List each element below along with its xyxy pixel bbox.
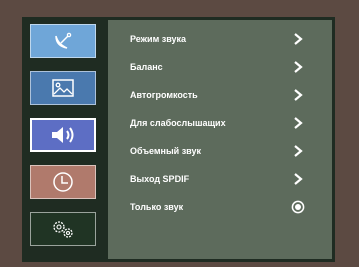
gears-icon <box>53 221 73 238</box>
menu-item-label: Для слабослышащих <box>130 118 226 128</box>
sidebar-item-sound[interactable] <box>30 118 96 152</box>
picture-icon <box>52 79 74 97</box>
radio-icon[interactable] <box>291 200 305 214</box>
menu-item-label: Режим звука <box>130 34 187 44</box>
menu-item-label: Только звук <box>130 202 184 212</box>
menu-item-surround-sound[interactable]: Объемный звук <box>108 138 332 164</box>
sidebar-item-satellite[interactable] <box>30 24 96 58</box>
menu-item-label: Объемный звук <box>130 146 201 156</box>
menu-item-label: Автогромкость <box>130 90 198 100</box>
chevron-right-icon <box>291 60 305 74</box>
chevron-right-icon <box>291 88 305 102</box>
menu-item-sound-mode[interactable]: Режим звука <box>108 26 332 52</box>
sidebar-item-picture[interactable] <box>30 71 96 105</box>
speaker-icon <box>52 127 74 143</box>
sidebar-item-settings[interactable] <box>30 212 96 246</box>
menu-item-audio-only[interactable]: Только звук <box>108 194 332 220</box>
chevron-right-icon <box>291 32 305 46</box>
menu-item-auto-volume[interactable]: Автогромкость <box>108 82 332 108</box>
satellite-dish-icon <box>55 32 72 49</box>
chevron-right-icon <box>291 144 305 158</box>
menu-item-spdif-output[interactable]: Выход SPDIF <box>108 166 332 192</box>
menu-item-hearing-impaired[interactable]: Для слабослышащих <box>108 110 332 136</box>
menu-item-balance[interactable]: Баланс <box>108 54 332 80</box>
menu-item-label: Выход SPDIF <box>130 174 190 184</box>
sidebar-item-timer[interactable] <box>30 165 96 199</box>
sound-menu-panel: Режим звука Баланс Автогромкость Для сла… <box>108 20 332 259</box>
sidebar <box>26 20 102 260</box>
clock-icon <box>53 172 73 192</box>
menu-item-label: Баланс <box>130 62 163 72</box>
chevron-right-icon <box>291 172 305 186</box>
chevron-right-icon <box>291 116 305 130</box>
